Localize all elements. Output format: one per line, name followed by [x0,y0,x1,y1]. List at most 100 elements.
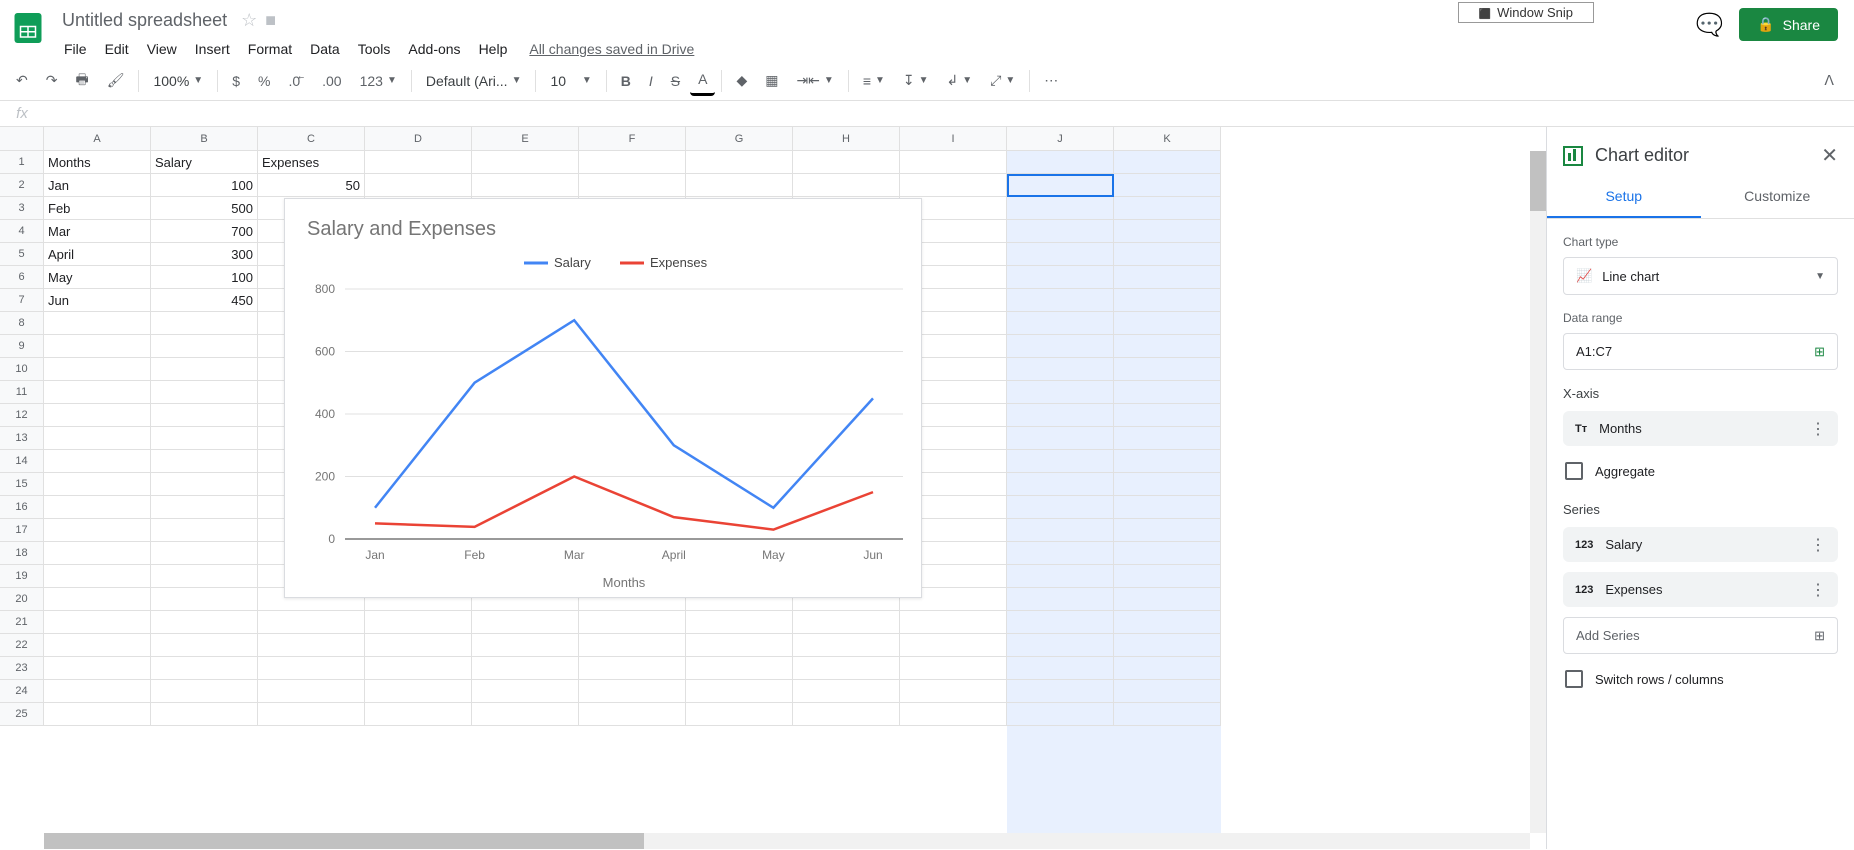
cell-F23[interactable] [579,657,686,680]
cell-A13[interactable] [44,427,151,450]
cell-K2[interactable] [1114,174,1221,197]
formula-input[interactable] [44,102,1854,125]
cell-K22[interactable] [1114,634,1221,657]
cell-A21[interactable] [44,611,151,634]
redo-button[interactable]: ↷ [38,66,66,95]
cell-E2[interactable] [472,174,579,197]
more-formats-button[interactable]: 123▼ [352,67,405,95]
cell-B17[interactable] [151,519,258,542]
row-header-10[interactable]: 10 [0,358,44,381]
cell-H25[interactable] [793,703,900,726]
chart-type-select[interactable]: 📈 Line chart ▼ [1563,257,1838,295]
cell-E22[interactable] [472,634,579,657]
borders-button[interactable]: ▦ [757,66,786,95]
xaxis-chip[interactable]: Tᴛ Months ⋮ [1563,411,1838,446]
cell-G25[interactable] [686,703,793,726]
bold-button[interactable]: B [613,67,639,95]
cell-K15[interactable] [1114,473,1221,496]
cell-J22[interactable] [1007,634,1114,657]
cell-B20[interactable] [151,588,258,611]
cell-K17[interactable] [1114,519,1221,542]
cell-A15[interactable] [44,473,151,496]
cell-B12[interactable] [151,404,258,427]
row-header-16[interactable]: 16 [0,496,44,519]
cell-K23[interactable] [1114,657,1221,680]
font-size-select[interactable]: 10 ▼ [542,67,599,95]
cell-J9[interactable] [1007,335,1114,358]
more-toolbar-button[interactable]: ⋯ [1036,66,1066,95]
cell-I2[interactable] [900,174,1007,197]
cell-A9[interactable] [44,335,151,358]
row-header-12[interactable]: 12 [0,404,44,427]
row-header-17[interactable]: 17 [0,519,44,542]
cell-E1[interactable] [472,151,579,174]
cell-F1[interactable] [579,151,686,174]
row-header-13[interactable]: 13 [0,427,44,450]
cell-K7[interactable] [1114,289,1221,312]
cell-J2[interactable] [1007,174,1114,197]
select-range-icon[interactable]: ⊞ [1814,344,1825,360]
print-button[interactable]: 🖶 [67,63,96,99]
cell-K5[interactable] [1114,243,1221,266]
cell-J5[interactable] [1007,243,1114,266]
cell-J13[interactable] [1007,427,1114,450]
wrap-button[interactable]: ↲ ▼ [939,66,981,95]
col-header-F[interactable]: F [579,127,686,151]
row-header-24[interactable]: 24 [0,680,44,703]
row-header-5[interactable]: 5 [0,243,44,266]
cell-D1[interactable] [365,151,472,174]
series-chip-salary[interactable]: 123 Salary ⋮ [1563,527,1838,562]
menu-help[interactable]: Help [471,37,516,61]
percent-button[interactable]: % [250,67,278,95]
cell-K4[interactable] [1114,220,1221,243]
move-folder-icon[interactable]: ■ [265,10,276,31]
cell-C25[interactable] [258,703,365,726]
cell-A22[interactable] [44,634,151,657]
cell-B14[interactable] [151,450,258,473]
cell-H23[interactable] [793,657,900,680]
horizontal-scrollbar[interactable] [44,833,1530,849]
cell-A14[interactable] [44,450,151,473]
tab-setup[interactable]: Setup [1547,176,1701,218]
more-menu-icon[interactable]: ⋮ [1810,419,1826,439]
cell-H21[interactable] [793,611,900,634]
star-icon[interactable]: ☆ [241,10,257,31]
text-color-button[interactable]: A [690,65,715,96]
cell-C22[interactable] [258,634,365,657]
cell-A4[interactable]: Mar [44,220,151,243]
cell-I21[interactable] [900,611,1007,634]
menu-edit[interactable]: Edit [97,37,137,61]
row-header-3[interactable]: 3 [0,197,44,220]
cell-A7[interactable]: Jun [44,289,151,312]
cell-K13[interactable] [1114,427,1221,450]
row-header-4[interactable]: 4 [0,220,44,243]
cell-H2[interactable] [793,174,900,197]
cell-J14[interactable] [1007,450,1114,473]
row-header-15[interactable]: 15 [0,473,44,496]
cell-J21[interactable] [1007,611,1114,634]
cell-J24[interactable] [1007,680,1114,703]
cell-C23[interactable] [258,657,365,680]
cell-J4[interactable] [1007,220,1114,243]
cell-E24[interactable] [472,680,579,703]
cell-D24[interactable] [365,680,472,703]
cell-C24[interactable] [258,680,365,703]
cell-J16[interactable] [1007,496,1114,519]
cell-K18[interactable] [1114,542,1221,565]
cell-B22[interactable] [151,634,258,657]
paint-format-button[interactable]: 🖌 [99,66,133,95]
cell-K3[interactable] [1114,197,1221,220]
cell-B23[interactable] [151,657,258,680]
menu-view[interactable]: View [139,37,185,61]
col-header-A[interactable]: A [44,127,151,151]
cell-A1[interactable]: Months [44,151,151,174]
row-header-9[interactable]: 9 [0,335,44,358]
cell-C21[interactable] [258,611,365,634]
cell-I24[interactable] [900,680,1007,703]
cell-A25[interactable] [44,703,151,726]
cell-F2[interactable] [579,174,686,197]
cell-H1[interactable] [793,151,900,174]
cell-D22[interactable] [365,634,472,657]
row-header-21[interactable]: 21 [0,611,44,634]
cell-B21[interactable] [151,611,258,634]
